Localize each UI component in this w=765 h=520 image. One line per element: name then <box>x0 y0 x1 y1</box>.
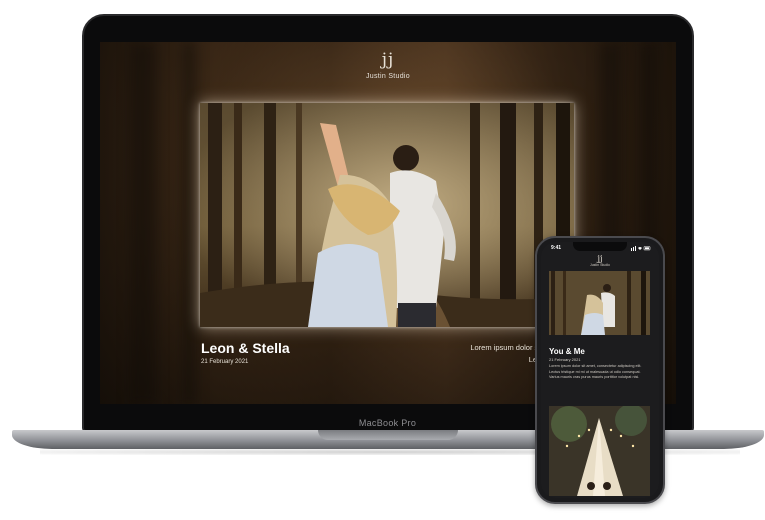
couple-dancing-in-forest-photo <box>549 271 650 335</box>
tipi-tent-with-fairy-lights-photo <box>549 406 650 496</box>
phone-hero-photo[interactable] <box>549 271 650 335</box>
phone-site-logo[interactable]: jj <box>541 254 659 263</box>
phone-section-body: Lorem ipsum dolor sit amet, consectetur … <box>549 364 642 380</box>
couple-dancing-in-forest-photo <box>200 103 574 327</box>
laptop-trackpad-notch <box>318 430 458 440</box>
phone-notch <box>573 242 627 251</box>
phone-second-photo[interactable] <box>549 406 650 496</box>
hero-date: 21 February 2021 <box>201 359 249 365</box>
phone-site-name[interactable]: Justin Studio <box>541 263 659 267</box>
phone-status-icons <box>631 245 651 252</box>
site-logo[interactable]: jj <box>100 50 676 70</box>
signal-wifi-battery-icon <box>631 246 651 251</box>
phone-section-heading: You & Me <box>549 347 585 356</box>
hero-photo[interactable] <box>200 103 574 327</box>
phone-status-time: 9:41 <box>551 245 562 251</box>
site-name[interactable]: Justin Studio <box>100 73 676 80</box>
phone-section-date: 21 February 2021 <box>549 357 581 362</box>
hero-title: Leon & Stella <box>201 340 290 356</box>
